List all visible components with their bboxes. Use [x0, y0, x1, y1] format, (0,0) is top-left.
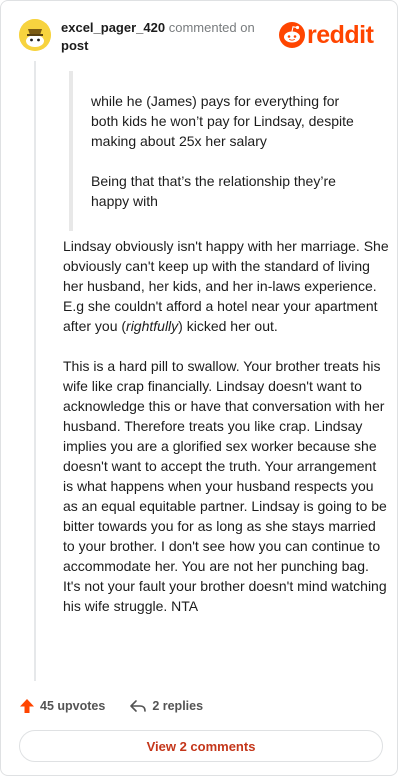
emphasis-text: rightfully [126, 318, 179, 334]
quote-paragraph: while he (James) pays for everything for… [91, 93, 354, 149]
reddit-logo-icon [279, 22, 305, 48]
view-comments-button[interactable]: View 2 comments [19, 730, 383, 762]
quote-block: while he (James) pays for everything for… [69, 71, 359, 231]
comment-text: ) kicked her out. [178, 318, 278, 334]
snoo-avatar-icon [19, 19, 51, 51]
reply-count: 2 replies [152, 699, 204, 713]
user-avatar[interactable] [19, 19, 51, 51]
brand-wordmark: reddit [307, 21, 374, 49]
thread-line[interactable] [34, 61, 36, 681]
upvote-count: 45 upvotes [40, 699, 106, 713]
comment-body: Lindsay obviously isn't happy with her m… [63, 236, 389, 616]
reddit-logo[interactable]: reddit [279, 19, 387, 51]
reply-arrow-icon [130, 700, 147, 712]
quote-spacer [91, 211, 359, 231]
comment-meta: excel_pager_420 commented on post [61, 19, 255, 54]
comment-paragraph: This is a hard pill to swallow. Your bro… [63, 358, 387, 614]
reply-button[interactable]: 2 replies [129, 698, 203, 714]
comment-card: excel_pager_420 commented on post reddit… [0, 0, 398, 776]
username[interactable]: excel_pager_420 [61, 20, 165, 35]
post-link[interactable]: post [61, 37, 255, 54]
quote-paragraph: Being that that’s the relationship they’… [91, 173, 336, 209]
upvote-button[interactable]: 45 upvotes [19, 698, 105, 714]
quote-spacer [91, 71, 359, 91]
comment-actions: 45 upvotes 2 replies [19, 694, 203, 718]
upvote-arrow-icon [20, 699, 34, 713]
comment-paragraph: Lindsay obviously isn't happy with her m… [63, 236, 389, 336]
action-text: commented on [168, 20, 255, 35]
